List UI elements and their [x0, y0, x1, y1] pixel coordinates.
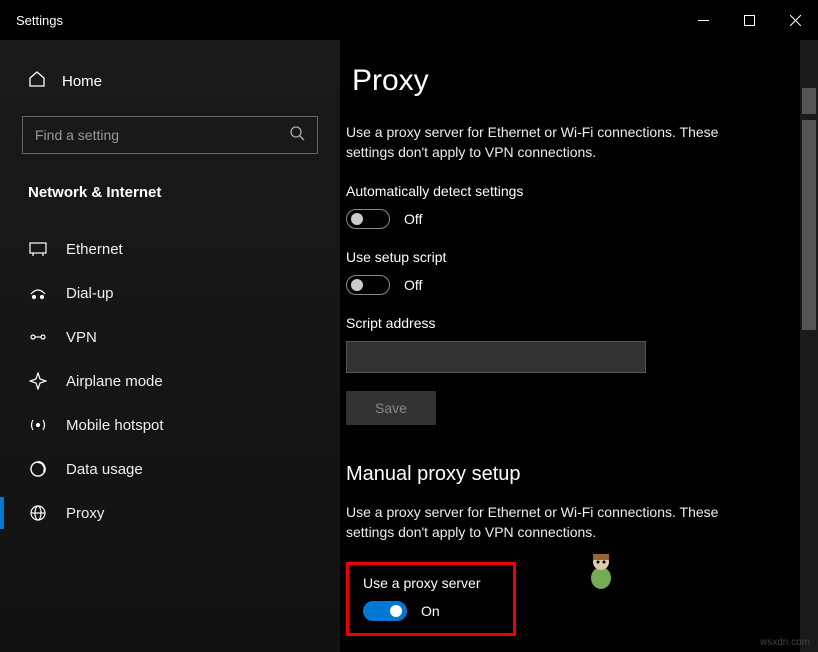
home-nav[interactable]: Home	[0, 60, 340, 110]
sidebar-item-label: VPN	[66, 329, 97, 346]
sidebar: Home Network & Internet Ethernet	[0, 40, 340, 652]
auto-detect-value: Off	[404, 211, 422, 227]
save-button[interactable]: Save	[346, 391, 436, 425]
manual-proxy-heading: Manual proxy setup	[346, 463, 782, 486]
home-icon	[28, 70, 46, 92]
use-proxy-toggle[interactable]	[363, 601, 407, 621]
titlebar: Settings	[0, 0, 818, 40]
data-usage-icon	[28, 459, 48, 479]
sidebar-item-dialup[interactable]: Dial-up	[0, 271, 340, 315]
script-address-label: Script address	[346, 315, 782, 331]
section-heading: Network & Internet	[0, 176, 340, 227]
minimize-button[interactable]	[680, 4, 726, 36]
page-title: Proxy	[352, 64, 782, 122]
sidebar-item-vpn[interactable]: VPN	[0, 315, 340, 359]
sidebar-item-label: Mobile hotspot	[66, 417, 164, 434]
scroll-up-arrow[interactable]	[802, 88, 816, 114]
proxy-icon	[28, 503, 48, 523]
watermark: wsxdn.com	[760, 637, 810, 648]
maximize-button[interactable]	[726, 4, 772, 36]
use-proxy-label: Use a proxy server	[363, 575, 499, 591]
script-address-input[interactable]	[346, 341, 646, 373]
auto-detect-toggle[interactable]	[346, 209, 390, 229]
window-controls	[680, 4, 818, 36]
highlight-annotation: Use a proxy server On	[346, 562, 516, 636]
window-title: Settings	[16, 13, 63, 28]
setup-script-value: Off	[404, 277, 422, 293]
search-icon	[289, 125, 305, 146]
auto-detect-label: Automatically detect settings	[346, 183, 782, 199]
vpn-icon	[28, 327, 48, 347]
sidebar-item-label: Dial-up	[66, 285, 114, 302]
sidebar-item-proxy[interactable]: Proxy	[0, 491, 340, 535]
scroll-thumb[interactable]	[802, 120, 816, 330]
auto-proxy-description: Use a proxy server for Ethernet or Wi-Fi…	[346, 122, 766, 163]
dialup-icon	[28, 283, 48, 303]
use-proxy-value: On	[421, 603, 440, 619]
setup-script-label: Use setup script	[346, 249, 782, 265]
search-box[interactable]	[22, 116, 318, 154]
sidebar-item-ethernet[interactable]: Ethernet	[0, 227, 340, 271]
sidebar-item-datausage[interactable]: Data usage	[0, 447, 340, 491]
sidebar-item-label: Airplane mode	[66, 373, 163, 390]
airplane-icon	[28, 371, 48, 391]
sidebar-item-airplane[interactable]: Airplane mode	[0, 359, 340, 403]
sidebar-item-label: Data usage	[66, 461, 143, 478]
sidebar-item-label: Ethernet	[66, 241, 123, 258]
search-input[interactable]	[35, 127, 275, 143]
scrollbar[interactable]	[800, 40, 818, 652]
mascot-image	[584, 550, 618, 590]
main-panel: Proxy Use a proxy server for Ethernet or…	[340, 40, 818, 652]
home-label: Home	[62, 73, 102, 90]
close-button[interactable]	[772, 4, 818, 36]
sidebar-item-hotspot[interactable]: Mobile hotspot	[0, 403, 340, 447]
hotspot-icon	[28, 415, 48, 435]
manual-proxy-description: Use a proxy server for Ethernet or Wi-Fi…	[346, 502, 766, 543]
ethernet-icon	[28, 239, 48, 259]
sidebar-item-label: Proxy	[66, 505, 104, 522]
setup-script-toggle[interactable]	[346, 275, 390, 295]
